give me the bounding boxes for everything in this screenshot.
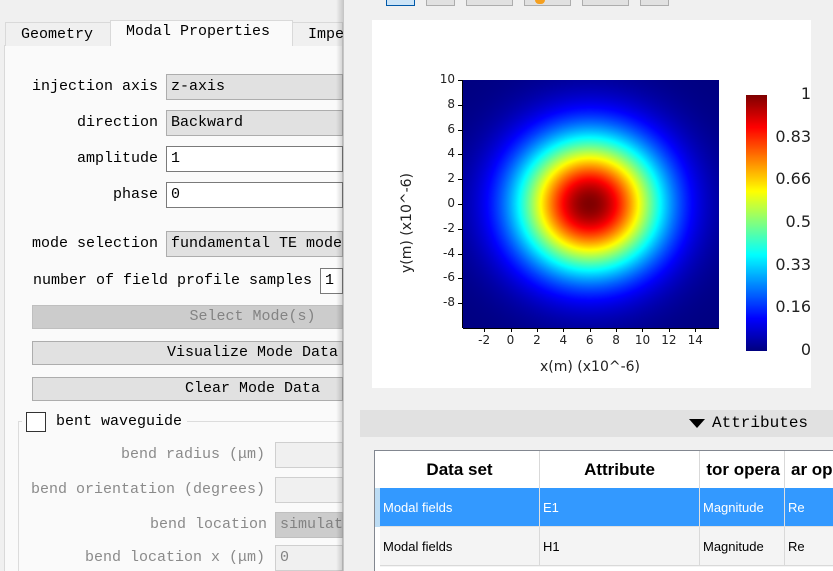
toolbar-button[interactable] (640, 0, 669, 6)
modal-source-settings-panel: Geometry Modal Properties Impe injection… (0, 0, 343, 571)
bend-location-label: bend location (149, 516, 267, 533)
y-tick-label: 10 (439, 72, 455, 86)
x-tick-mark (484, 328, 486, 332)
y-tick-mark (458, 80, 462, 81)
clear-mode-data-button[interactable]: Clear Mode Data (32, 377, 343, 401)
x-tick-label: 14 (687, 333, 703, 347)
y-tick-mark (458, 278, 462, 280)
bend-radius-label: bend radius (μm) (120, 446, 265, 463)
plot-area[interactable]: -2 0 2 4 6 8 10 12 14 10 8 6 4 2 0 -2 -4 -6 -8 1 0.83 0.66 0.5… (372, 20, 811, 388)
select-modes-button[interactable]: Select Mode(s) (32, 305, 343, 329)
y-axis-line (462, 80, 463, 328)
x-tick-mark (695, 328, 697, 332)
column-header-scalar-operation[interactable]: ar op (785, 451, 833, 488)
bend-location-select[interactable]: simulat (275, 512, 343, 538)
colorbar-tick-label: 0 (800, 340, 811, 359)
cell-vector-operation: Magnitude (700, 488, 785, 527)
x-tick-mark (563, 328, 565, 332)
phase-input[interactable]: 0 (166, 182, 343, 208)
y-tick-label: -6 (443, 270, 455, 285)
colorbar-tick-label: 0.33 (775, 254, 811, 274)
attributes-table: Data set Attribute tor opera ar op Modal… (374, 450, 833, 571)
colorbar-tick-label: 0.83 (775, 126, 811, 146)
colorbar-tick-label: 1 (800, 84, 811, 103)
tab-label: Geometry (21, 26, 94, 43)
direction-select[interactable]: Backward (166, 110, 343, 136)
y-tick-label: -2 (443, 220, 455, 235)
bend-radius-input[interactable] (275, 442, 343, 468)
column-header-attribute[interactable]: Attribute (540, 451, 700, 488)
injection-axis-select[interactable]: z-axis (166, 74, 343, 100)
injection-axis-label: injection axis (31, 78, 158, 95)
bend-location-x-label: bend location x (μm) (84, 549, 265, 566)
bent-waveguide-label: bent waveguide (56, 413, 183, 430)
visualize-mode-data-button[interactable]: Visualize Mode Data (32, 341, 343, 365)
x-tick-mark (642, 328, 644, 332)
y-tick-mark (458, 129, 462, 131)
toolbar-split-button[interactable] (466, 0, 513, 6)
mode-selection-label: mode selection (31, 235, 158, 252)
x-axis-label: x(m) (x10^-6) (540, 359, 641, 375)
mode-selection-select[interactable]: fundamental TE mode (166, 231, 343, 257)
tab-label: Modal Properties (126, 23, 271, 40)
field-profile-samples-label: number of field profile samples (32, 272, 312, 289)
x-tick-mark (510, 328, 512, 332)
bend-orientation-label: bend orientation (degrees) (30, 481, 265, 498)
table-row[interactable]: Modal fields E1 Magnitude Re (380, 488, 833, 527)
y-tick-label: 4 (447, 146, 455, 161)
bend-location-x-input[interactable]: 0 (275, 545, 343, 571)
x-tick-mark (616, 328, 618, 332)
toolbar-split-button[interactable] (582, 0, 629, 6)
toolbar-select-tool-button[interactable] (386, 0, 415, 6)
x-tick-mark (536, 328, 538, 332)
colorbar (746, 95, 767, 351)
cell-attribute: E1 (540, 488, 700, 527)
toolbar-split-button[interactable] (524, 0, 571, 6)
y-tick-label: 0 (447, 196, 455, 210)
cell-scalar-operation: Re (785, 488, 833, 527)
x-tick-mark (668, 328, 670, 332)
colorbar-tick-label: 0.66 (775, 169, 811, 189)
y-axis-label: y(m) (x10^-6) (399, 172, 416, 274)
attributes-label: Attributes (712, 414, 809, 432)
bent-waveguide-checkbox[interactable] (26, 412, 46, 432)
y-tick-mark (458, 253, 462, 255)
cell-scalar-operation: Re (785, 527, 833, 566)
tab-geometry[interactable]: Geometry (5, 22, 111, 46)
phase-label: phase (112, 186, 158, 203)
y-tick-label: 2 (447, 171, 455, 186)
y-tick-mark (458, 303, 462, 305)
cell-vector-operation: Magnitude (700, 527, 785, 566)
tab-modal-properties[interactable]: Modal Properties (110, 20, 293, 46)
column-header-dataset[interactable]: Data set (380, 451, 540, 488)
attributes-header[interactable]: Attributes (360, 410, 833, 437)
x-axis-line (463, 328, 719, 329)
y-tick-mark (458, 228, 462, 230)
amplitude-input[interactable]: 1 (166, 146, 343, 172)
cell-attribute: H1 (540, 527, 700, 566)
collapse-triangle-icon (689, 419, 705, 428)
y-tick-mark (458, 204, 462, 205)
y-tick-label: -8 (443, 295, 455, 310)
orange-icon (535, 0, 545, 4)
y-tick-label: -4 (443, 245, 455, 260)
toolbar-tool-button[interactable] (426, 0, 455, 6)
cell-dataset: Modal fields (380, 488, 540, 527)
amplitude-label: amplitude (76, 150, 158, 167)
colorbar-tick-label: 0.16 (775, 297, 811, 317)
panel-divider-shadow[interactable] (336, 0, 344, 571)
direction-label: direction (76, 114, 158, 131)
x-tick-mark (589, 328, 591, 332)
y-tick-mark (458, 179, 462, 181)
bend-orientation-input[interactable] (275, 477, 343, 503)
y-tick-mark (458, 104, 462, 106)
column-header-vector-operation[interactable]: tor opera (700, 451, 785, 488)
y-tick-mark (458, 154, 462, 156)
y-tick-label: 6 (447, 121, 455, 136)
cell-dataset: Modal fields (380, 527, 540, 566)
y-tick-label: 8 (447, 96, 455, 111)
table-row[interactable]: Modal fields H1 Magnitude Re (380, 527, 833, 567)
colorbar-tick-label: 0.5 (785, 212, 811, 231)
